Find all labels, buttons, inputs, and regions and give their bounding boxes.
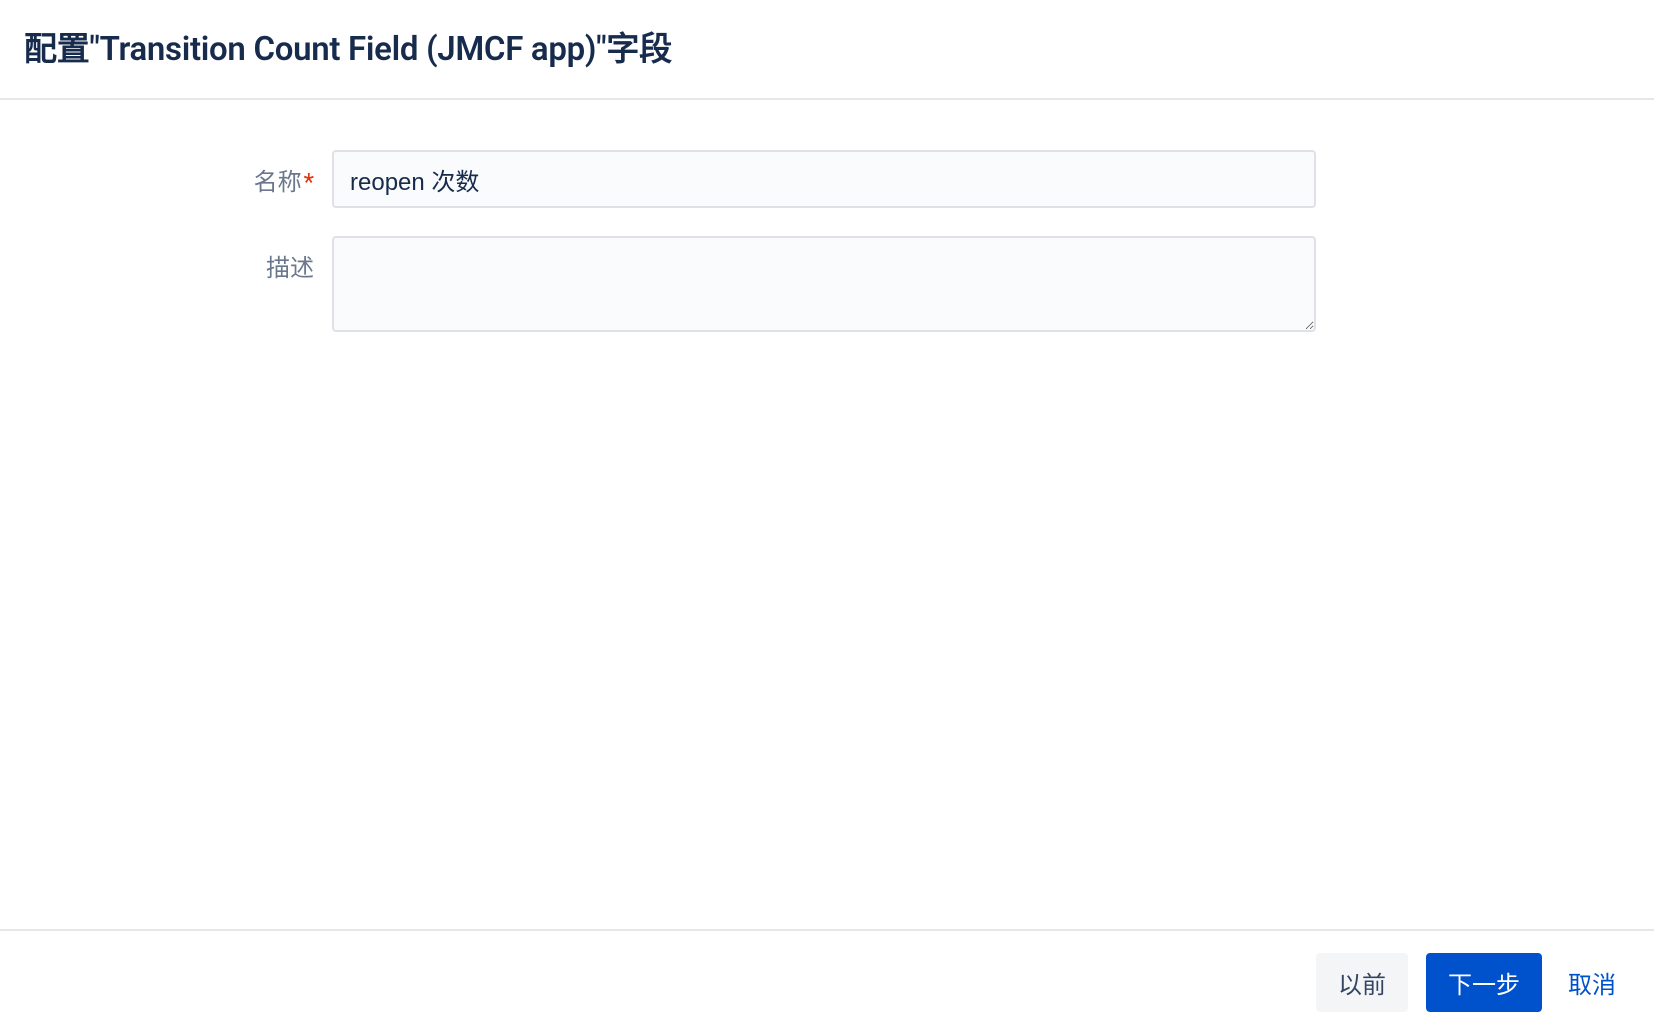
required-mark: * <box>304 168 314 196</box>
name-label: 名称* <box>224 150 314 197</box>
previous-button[interactable]: 以前 <box>1316 953 1408 1012</box>
page-title: 配置"Transition Count Field (JMCF app)"字段 <box>24 22 1630 70</box>
next-button[interactable]: 下一步 <box>1426 953 1542 1012</box>
form-container: 名称* 描述 <box>200 100 1340 384</box>
name-input[interactable] <box>332 150 1316 208</box>
form-row-name: 名称* <box>224 150 1316 208</box>
description-input[interactable] <box>332 236 1316 332</box>
page-header: 配置"Transition Count Field (JMCF app)"字段 <box>0 0 1654 100</box>
name-label-text: 名称 <box>254 168 302 196</box>
footer: 以前 下一步 取消 <box>0 929 1654 1034</box>
form-row-description: 描述 <box>224 236 1316 332</box>
description-label: 描述 <box>224 236 314 283</box>
cancel-button[interactable]: 取消 <box>1560 953 1624 1012</box>
